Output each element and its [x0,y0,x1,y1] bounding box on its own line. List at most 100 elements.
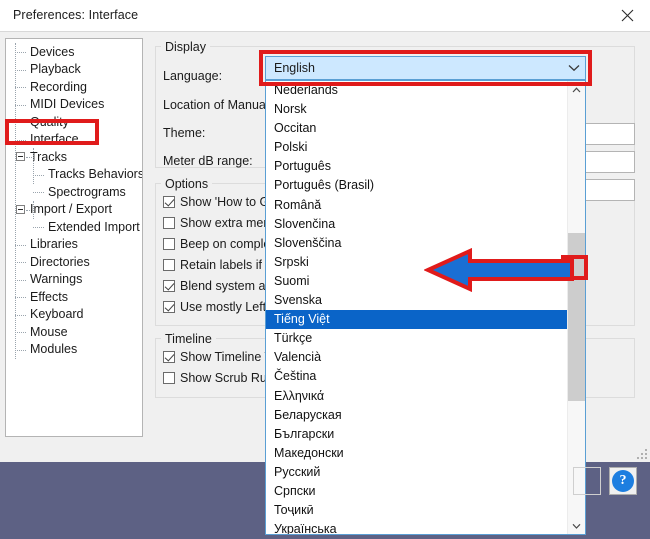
checkbox-unchecked-icon[interactable] [163,259,175,271]
display-group-title: Display [161,40,210,54]
options-group-title: Options [161,177,213,191]
tree-collapse-icon[interactable] [16,204,25,214]
tree-guide-line [33,201,35,219]
sidebar-item-modules[interactable]: Modules [6,341,142,359]
sidebar-item-label: Directories [30,254,90,269]
language-option[interactable]: Polski [266,138,567,157]
meter-db-range-label: Meter dB range: [163,154,253,168]
language-option[interactable]: Беларуская [266,406,567,425]
sidebar-item-tracks-behaviors[interactable]: Tracks Behaviors [6,166,142,184]
sidebar-item-tracks[interactable]: Tracks [6,148,142,166]
sidebar-item-label: MIDI Devices [30,97,105,112]
sidebar-item-warnings[interactable]: Warnings [6,271,142,289]
language-option[interactable]: Valencià [266,348,567,367]
language-combobox-value: English [274,61,315,75]
sidebar-item-label: Import / Export [30,202,112,217]
language-option[interactable]: Slovenčina [266,215,567,234]
sidebar-item-extended-import[interactable]: Extended Import [6,218,142,236]
language-option[interactable]: Русский [266,463,567,482]
language-label: Language: [163,69,223,83]
language-option[interactable]: Македонски [266,444,567,463]
sidebar-item-label: Keyboard [30,307,84,322]
sidebar-item-playback[interactable]: Playback [6,61,142,79]
language-option[interactable]: Norsk [266,100,567,119]
tree-connector [33,227,44,229]
language-option[interactable]: Български [266,425,567,444]
sidebar-item-mouse[interactable]: Mouse [6,323,142,341]
dialog-title: Preferences: Interface [13,8,139,22]
sidebar-item-directories[interactable]: Directories [6,253,142,271]
language-dropdown-list[interactable]: Nederlands Norsk Occitan Polski Português Por… [265,80,586,535]
tree-collapse-icon[interactable] [16,152,25,161]
language-option[interactable]: Српски [266,482,567,501]
sidebar-item-label: Modules [30,342,78,357]
language-option[interactable]: Nederlands [266,81,567,100]
tree-guide-line [33,148,35,184]
sidebar-item-devices[interactable]: Devices [6,43,142,61]
help-icon: ? [612,470,634,492]
sidebar-item-label: Tracks [30,149,68,164]
language-option[interactable]: Suomi [266,272,567,291]
sidebar-item-interface[interactable]: Interface [6,131,142,149]
sidebar-item-recording[interactable]: Recording [6,78,142,96]
sidebar-item-keyboard[interactable]: Keyboard [6,306,142,324]
sidebar-item-label: Tracks Behaviors [48,167,143,182]
sidebar-item-label: Effects [30,289,68,304]
location-of-manual-label: Location of Manual: [163,98,273,112]
help-button[interactable]: ? [609,467,637,495]
language-option-list[interactable]: Nederlands Norsk Occitan Polski Português Por… [266,81,567,534]
language-option[interactable]: Slovenščina [266,234,567,253]
checkbox-checked-icon[interactable] [163,351,175,363]
checkbox-unchecked-icon[interactable] [163,372,175,384]
resize-grip[interactable] [636,448,647,459]
language-option[interactable]: Čeština [266,367,567,386]
sidebar-item-label: Spectrograms [48,184,126,199]
dialog-titlebar: Preferences: Interface [0,0,650,31]
sidebar-item-label: Libraries [30,237,78,252]
theme-label: Theme: [163,126,206,140]
language-combobox[interactable]: English [265,56,586,80]
sidebar-item-label: Warnings [30,272,83,287]
language-option[interactable]: Srpski [266,253,567,272]
screenshot-root: Preferences: Interface Devices Playback Re… [0,0,650,539]
checkbox-unchecked-icon[interactable] [163,217,175,229]
language-option[interactable]: Ελληνικά [266,387,567,406]
language-option[interactable]: Svenska [266,291,567,310]
language-option[interactable]: Português (Brasil) [266,176,567,195]
close-icon[interactable] [604,0,650,31]
language-option[interactable]: Português [266,157,567,176]
language-option[interactable]: Українська [266,520,567,534]
sidebar-item-label: Interface [30,132,79,147]
tree-guide-line [15,43,17,359]
checkbox-checked-icon[interactable] [163,301,175,313]
checkbox-unchecked-icon[interactable] [163,238,175,250]
ok-button[interactable] [573,467,601,495]
sidebar-item-label: Playback [30,62,81,77]
sidebar-item-effects[interactable]: Effects [6,288,142,306]
sidebar-item-label: Extended Import [48,219,140,234]
sidebar-item-label: Devices [30,44,75,59]
sidebar-item-label: Recording [30,79,87,94]
timeline-checkbox-1[interactable]: Show Scrub Ruler [163,371,281,385]
language-option-selected[interactable]: Tiếng Việt [266,310,567,330]
scrollbar-thumb[interactable] [568,233,585,401]
sidebar-item-libraries[interactable]: Libraries [6,236,142,254]
timeline-group-title: Timeline [161,332,216,346]
sidebar-item-import-export[interactable]: Import / Export [6,201,142,219]
sidebar-item-midi-devices[interactable]: MIDI Devices [6,96,142,114]
tree-connector [33,192,44,194]
language-option[interactable]: Тоҷикӣ [266,501,567,520]
language-option[interactable]: Türkçe [266,329,567,348]
sidebar-item-spectrograms[interactable]: Spectrograms [6,183,142,201]
language-option[interactable]: Occitan [266,119,567,138]
chevron-down-icon[interactable] [563,64,585,72]
language-option[interactable]: Română [266,196,567,215]
sidebar-item-quality[interactable]: Quality [6,113,142,131]
preferences-category-tree[interactable]: Devices Playback Recording MIDI Devices Qual… [5,38,143,437]
sidebar-item-label: Mouse [30,324,68,339]
checkbox-checked-icon[interactable] [163,196,175,208]
sidebar-item-label: Quality [30,114,69,129]
checkbox-checked-icon[interactable] [163,280,175,292]
chevron-up-icon[interactable] [568,81,585,98]
chevron-down-icon[interactable] [568,517,585,534]
